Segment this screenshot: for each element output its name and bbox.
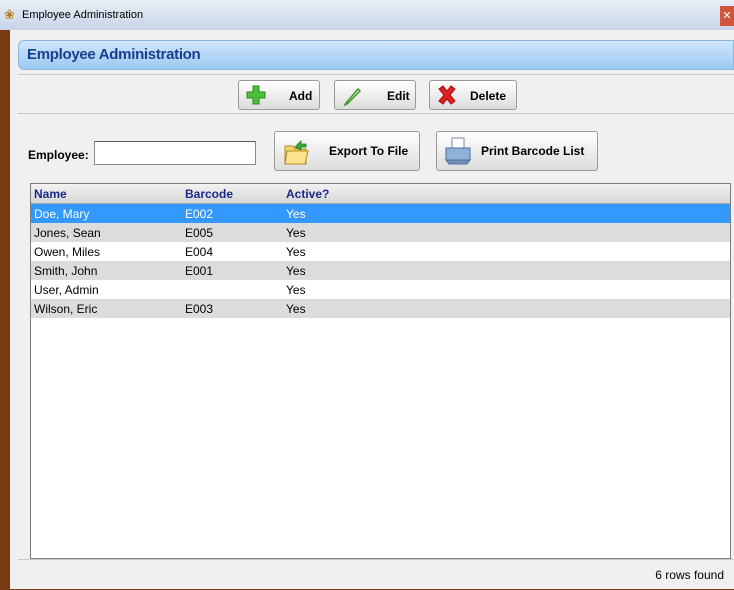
edit-label: Edit — [387, 89, 410, 103]
cell-active: Yes — [286, 207, 306, 221]
cell-name: User, Admin — [34, 283, 99, 297]
cell-name: Wilson, Eric — [34, 302, 98, 316]
toolbar: Add Edit Delete — [18, 74, 734, 114]
print-barcode-list-button[interactable]: Print Barcode List — [436, 131, 598, 171]
delete-x-icon — [438, 85, 456, 105]
folder-export-icon — [284, 140, 309, 165]
table-row[interactable]: Jones, Sean E005 Yes — [31, 223, 730, 242]
app-icon: ❀ — [4, 7, 15, 22]
cell-active: Yes — [286, 264, 306, 278]
page-header: Employee Administration — [18, 40, 734, 70]
delete-label: Delete — [470, 89, 507, 103]
cell-barcode: E001 — [185, 264, 214, 278]
cell-barcode: E005 — [185, 226, 214, 240]
table-row[interactable]: User, Admin Yes — [31, 280, 730, 299]
cell-name: Smith, John — [34, 264, 98, 278]
export-label: Export To File — [329, 144, 409, 158]
cell-active: Yes — [286, 226, 306, 240]
row-count-status: 6 rows found — [655, 568, 724, 582]
table-header: Name Barcode Active? — [31, 184, 730, 204]
status-bar: 6 rows found — [18, 559, 734, 590]
cell-name: Owen, Miles — [34, 245, 101, 259]
export-to-file-button[interactable]: Export To File — [274, 131, 420, 171]
employee-search-input[interactable] — [94, 141, 256, 165]
cell-barcode: E003 — [185, 302, 214, 316]
cell-barcode: E004 — [185, 245, 214, 259]
column-header-name[interactable]: Name — [34, 187, 67, 201]
cell-active: Yes — [286, 245, 306, 259]
printer-icon — [445, 137, 471, 165]
close-icon[interactable]: ✕ — [720, 6, 734, 26]
cell-active: Yes — [286, 302, 306, 316]
plus-icon — [246, 85, 266, 105]
column-header-active[interactable]: Active? — [286, 187, 329, 201]
employee-table: Name Barcode Active? Doe, Mary E002 Yes … — [30, 183, 731, 559]
cell-name: Jones, Sean — [34, 226, 101, 240]
print-label: Print Barcode List — [481, 144, 585, 158]
cell-name: Doe, Mary — [34, 207, 90, 221]
client-area: Employee Administration Add Edit Delete … — [10, 30, 734, 589]
column-header-barcode[interactable]: Barcode — [185, 187, 233, 201]
edit-button[interactable]: Edit — [334, 80, 416, 110]
window-title: Employee Administration — [22, 9, 144, 21]
table-row[interactable]: Doe, Mary E002 Yes — [31, 204, 730, 223]
table-row[interactable]: Wilson, Eric E003 Yes — [31, 299, 730, 318]
page-title: Employee Administration — [27, 46, 201, 63]
window-titlebar: ❀ Employee Administration ✕ — [0, 0, 734, 30]
delete-button[interactable]: Delete — [429, 80, 517, 110]
add-button[interactable]: Add — [238, 80, 320, 110]
cell-barcode: E002 — [185, 207, 214, 221]
pencil-icon — [343, 87, 362, 106]
add-label: Add — [289, 89, 313, 103]
table-row[interactable]: Smith, John E001 Yes — [31, 261, 730, 280]
table-row[interactable]: Owen, Miles E004 Yes — [31, 242, 730, 261]
cell-active: Yes — [286, 283, 306, 297]
employee-label: Employee: — [28, 148, 89, 162]
